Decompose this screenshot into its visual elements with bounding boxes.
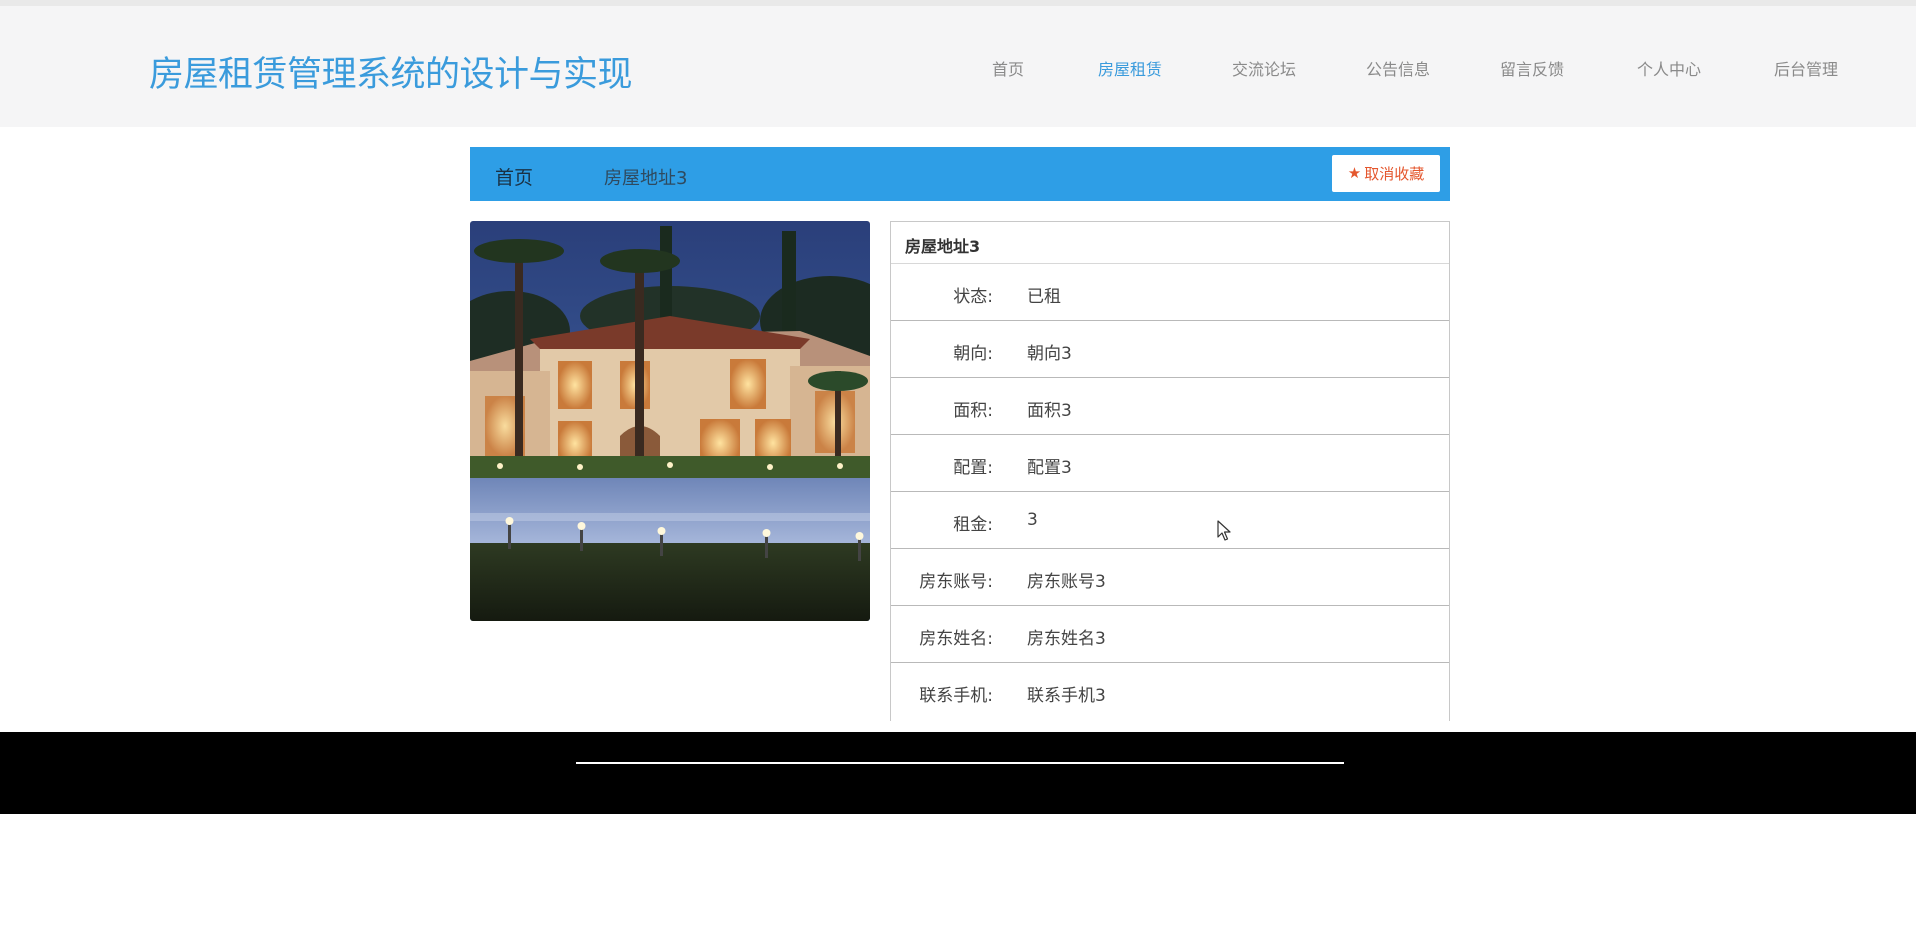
detail-row-contact-phone: 联系手机: 联系手机3 (891, 663, 1449, 720)
nav-item-home[interactable]: 首页 (992, 56, 1024, 80)
mouse-cursor-icon (1217, 520, 1231, 541)
house-detail-panel: 房屋地址3 状态: 已租 朝向: 朝向3 面积: 面积3 配置: 配置3 租金:… (890, 221, 1450, 721)
footer (0, 732, 1916, 814)
nav-item-announcements[interactable]: 公告信息 (1366, 56, 1430, 80)
detail-label: 房东姓名: (919, 629, 993, 649)
detail-label: 租金: (953, 515, 993, 535)
detail-label: 状态: (953, 287, 993, 307)
nav-item-personal-center[interactable]: 个人中心 (1637, 56, 1701, 80)
detail-row-rent: 租金: 3 (891, 492, 1449, 549)
breadcrumb-home-link[interactable]: 首页 (495, 163, 533, 190)
detail-row-orientation: 朝向: 朝向3 (891, 321, 1449, 378)
detail-value: 面积3 (1027, 401, 1072, 421)
detail-row-landlord-account: 房东账号: 房东账号3 (891, 549, 1449, 606)
detail-row-status: 状态: 已租 (891, 264, 1449, 321)
detail-row-configuration: 配置: 配置3 (891, 435, 1449, 492)
detail-row-area: 面积: 面积3 (891, 378, 1449, 435)
footer-divider (576, 762, 1344, 764)
unfavorite-label: 取消收藏 (1364, 165, 1425, 183)
detail-value: 联系手机3 (1027, 686, 1106, 706)
house-photo-illustration (470, 221, 870, 621)
detail-value: 房东姓名3 (1027, 629, 1106, 649)
detail-label: 面积: (953, 401, 993, 421)
detail-value: 配置3 (1027, 458, 1072, 478)
star-icon: ★ (1347, 164, 1362, 182)
nav-item-house-rental[interactable]: 房屋租赁 (1098, 56, 1162, 80)
detail-value: 已租 (1027, 287, 1061, 307)
nav-item-forum[interactable]: 交流论坛 (1232, 56, 1296, 80)
detail-value: 3 (1027, 510, 1038, 530)
nav-item-admin[interactable]: 后台管理 (1774, 56, 1838, 80)
breadcrumb: 首页 房屋地址3 ★ 取消收藏 (470, 147, 1450, 201)
detail-value: 房东账号3 (1027, 572, 1106, 592)
breadcrumb-current: 房屋地址3 (604, 168, 688, 189)
detail-label: 朝向: (953, 344, 993, 364)
house-photo (470, 221, 870, 621)
detail-label: 房东账号: (919, 572, 993, 592)
header: 房屋租赁管理系统的设计与实现 首页 房屋租赁 交流论坛 公告信息 留言反馈 个人… (0, 6, 1916, 127)
detail-title: 房屋地址3 (891, 222, 1449, 264)
nav-item-feedback[interactable]: 留言反馈 (1500, 56, 1564, 80)
detail-label: 配置: (953, 458, 993, 478)
detail-value: 朝向3 (1027, 344, 1072, 364)
detail-row-landlord-name: 房东姓名: 房东姓名3 (891, 606, 1449, 663)
detail-label: 联系手机: (919, 686, 993, 706)
main-nav: 首页 房屋租赁 交流论坛 公告信息 留言反馈 个人中心 后台管理 (0, 56, 1916, 86)
unfavorite-button[interactable]: ★ 取消收藏 (1332, 155, 1440, 192)
